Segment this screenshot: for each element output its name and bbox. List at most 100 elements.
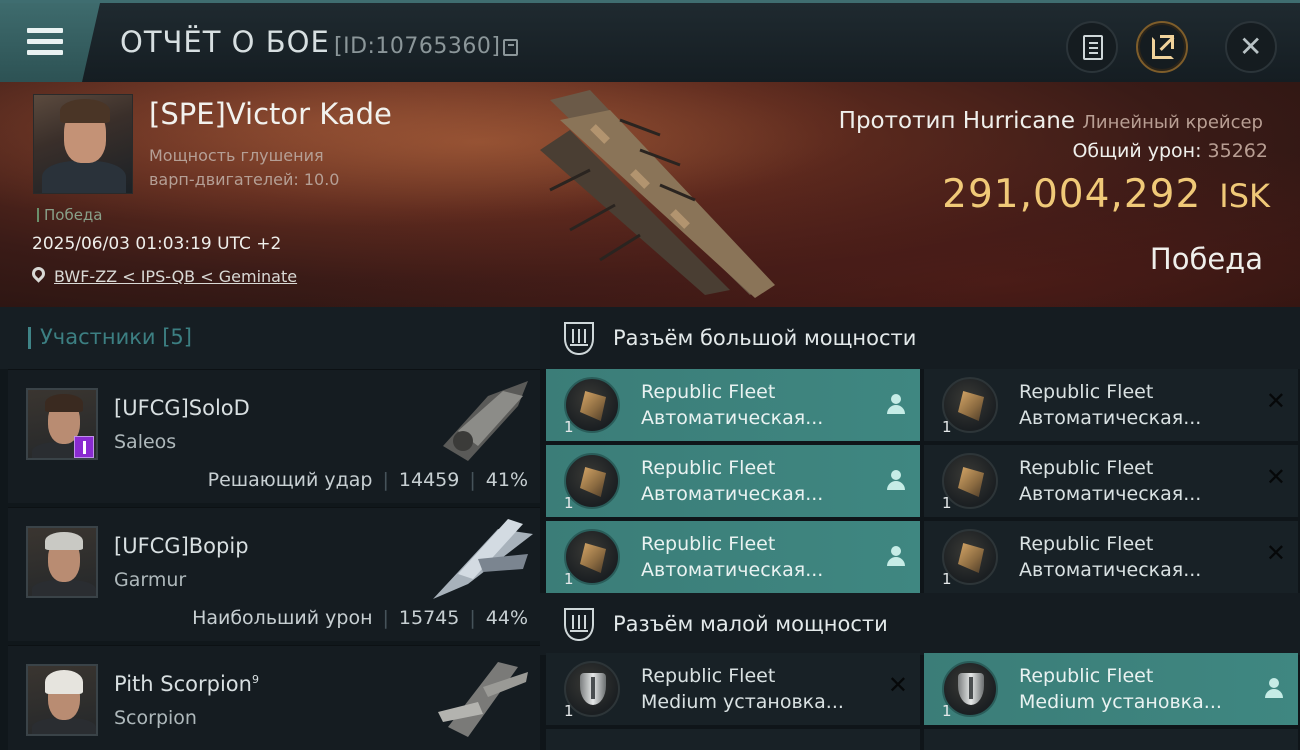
- participants-title: Участники [5]: [40, 325, 192, 349]
- participant-ship: Scorpion: [114, 707, 197, 729]
- participant-avatar[interactable]: [26, 526, 98, 598]
- module-qty: 1: [564, 418, 574, 436]
- high-slot-title: Разъём большой мощности: [613, 326, 917, 350]
- participant-ship: Saleos: [114, 431, 177, 453]
- share-button[interactable]: [1136, 21, 1188, 73]
- close-icon: ✕: [1239, 30, 1263, 63]
- clipboard-icon: [1083, 35, 1103, 60]
- module-slot[interactable]: [924, 729, 1298, 750]
- participant-damage: 14459: [398, 469, 460, 491]
- victim-ship-image: [540, 90, 775, 298]
- dropped-person-icon: [1265, 678, 1283, 698]
- module-qty: 1: [564, 702, 574, 720]
- high-slot-icon: [564, 322, 594, 355]
- module-name-line2: Автоматическая...: [1019, 407, 1202, 429]
- final-blow-badge-icon: [74, 436, 94, 458]
- destroyed-x-icon: ✕: [887, 671, 908, 699]
- low-slot-icon: [564, 608, 594, 641]
- module-name-line1: Republic Fleet: [641, 533, 776, 555]
- module-name-line2: Medium установка...: [641, 691, 844, 713]
- module-slot[interactable]: [546, 729, 920, 750]
- module-name-line1: Republic Fleet: [641, 665, 776, 687]
- module-slot[interactable]: 1 Republic Fleet Автоматическая...: [546, 369, 920, 441]
- participant-role: Решающий удар: [207, 469, 373, 491]
- module-qty: 1: [942, 702, 952, 720]
- module-slot[interactable]: 1 Republic Fleet Автоматическая... ✕: [924, 369, 1298, 441]
- participant-ship-image: [438, 662, 528, 737]
- participant-name: [UFCG]Bopip: [114, 534, 249, 558]
- high-slot-header: Разъём большой мощности: [540, 307, 1300, 369]
- menu-icon-bar: [27, 39, 63, 44]
- module-name-line2: Medium установка...: [1019, 691, 1222, 713]
- module-qty: 1: [942, 570, 952, 588]
- victim-attribute: Мощность глушения варп-двигателей: 10.0: [149, 146, 340, 189]
- module-slot[interactable]: 1 Republic Fleet Автоматическая...: [546, 521, 920, 593]
- module-name-line1: Republic Fleet: [1019, 533, 1154, 555]
- report-id: [ID:10765360]: [334, 34, 501, 59]
- menu-icon: [27, 28, 63, 33]
- module-name-line2: Автоматическая...: [641, 483, 824, 505]
- victim-ship-name[interactable]: Прототип Hurricane Линейный крейсер: [839, 108, 1263, 134]
- module-name-line1: Republic Fleet: [641, 381, 776, 403]
- isk-unit: ISK: [1219, 177, 1270, 215]
- fitting-panel[interactable]: Разъём большой мощности 1 Republic Fleet…: [540, 307, 1300, 750]
- module-name-line1: Republic Fleet: [641, 457, 776, 479]
- dropped-person-icon: [887, 470, 905, 490]
- module-qty: 1: [942, 494, 952, 512]
- location-link[interactable]: BWF-ZZ < IPS-QB < Geminate: [54, 267, 297, 286]
- module-slot[interactable]: 1 Republic Fleet Medium установка... ✕: [546, 653, 920, 725]
- dropped-person-icon: [887, 546, 905, 566]
- participant-role: Наибольший урон: [192, 607, 373, 629]
- module-qty: 1: [564, 494, 574, 512]
- ship-class-text: Линейный крейсер: [1082, 112, 1263, 133]
- destroyed-x-icon: ✕: [1265, 539, 1286, 567]
- participant-avatar[interactable]: [26, 664, 98, 736]
- participant-card[interactable]: Pith Scorpion9 Scorpion: [8, 645, 540, 750]
- module-name-line2: Автоматическая...: [641, 407, 824, 429]
- module-name-line2: Автоматическая...: [1019, 559, 1202, 581]
- participant-card[interactable]: [UFCG]Bopip Garmur Наибольший урон | 15745…: [8, 507, 540, 641]
- victim-avatar[interactable]: [33, 94, 133, 194]
- participant-percent: 41%: [485, 469, 528, 491]
- participant-name: Pith Scorpion9: [114, 672, 259, 696]
- destroyed-x-icon: ✕: [1265, 463, 1286, 491]
- isk-value: 291,004,292 ISK: [942, 172, 1270, 217]
- participant-ship-image: [443, 381, 528, 461]
- participant-stats: Решающий удар | 14459 | 41%: [207, 469, 528, 491]
- module-qty: 1: [942, 418, 952, 436]
- total-damage: Общий урон: 35262: [1072, 140, 1268, 162]
- module-slot[interactable]: 1 Republic Fleet Medium установка...: [924, 653, 1298, 725]
- victim-pilot-name[interactable]: [SPE]Victor Kade: [149, 97, 392, 131]
- participant-stats: Наибольший урон | 15745 | 44%: [192, 607, 528, 629]
- participants-panel[interactable]: Участники [5] [UFCG]SoloD Saleos Решающи…: [0, 307, 540, 750]
- menu-button[interactable]: [0, 3, 100, 82]
- low-slot-title: Разъём малой мощности: [613, 612, 888, 636]
- participant-name: [UFCG]SoloD: [114, 396, 250, 420]
- top-bar: ОТЧЁТ О БОЕ [ID:10765360] ✕: [0, 0, 1300, 82]
- module-slot[interactable]: 1 Republic Fleet Автоматическая...: [546, 445, 920, 517]
- total-damage-value: 35262: [1207, 140, 1268, 162]
- participant-percent: 44%: [485, 607, 528, 629]
- module-name-line1: Republic Fleet: [1019, 665, 1154, 687]
- participants-header: Участники [5]: [0, 307, 540, 369]
- participant-name-text: Pith Scorpion: [114, 672, 252, 696]
- module-slot[interactable]: 1 Republic Fleet Автоматическая... ✕: [924, 521, 1298, 593]
- participant-ship: Garmur: [114, 569, 187, 591]
- location-pin-icon: [29, 264, 48, 283]
- participant-name-sup: 9: [251, 673, 259, 686]
- isk-amount: 291,004,292: [942, 172, 1202, 217]
- clipboard-button[interactable]: [1066, 21, 1118, 73]
- menu-icon-bar: [27, 50, 63, 55]
- module-name-line1: Republic Fleet: [1019, 457, 1154, 479]
- participant-damage: 15745: [398, 607, 460, 629]
- close-button[interactable]: ✕: [1225, 21, 1277, 73]
- module-qty: 1: [564, 570, 574, 588]
- battle-result: Победа: [1149, 242, 1263, 276]
- kill-summary-banner: [SPE]Victor Kade Мощность глушения варп-…: [0, 82, 1300, 307]
- copy-icon[interactable]: [503, 39, 518, 56]
- participant-card[interactable]: [UFCG]SoloD Saleos Решающий удар | 14459 | 4…: [8, 369, 540, 503]
- timestamp: 2025/06/03 01:03:19 UTC +2: [32, 234, 282, 254]
- low-slot-header: Разъём малой мощности: [540, 593, 1300, 655]
- module-slot[interactable]: 1 Republic Fleet Автоматическая... ✕: [924, 445, 1298, 517]
- dropped-person-icon: [887, 394, 905, 414]
